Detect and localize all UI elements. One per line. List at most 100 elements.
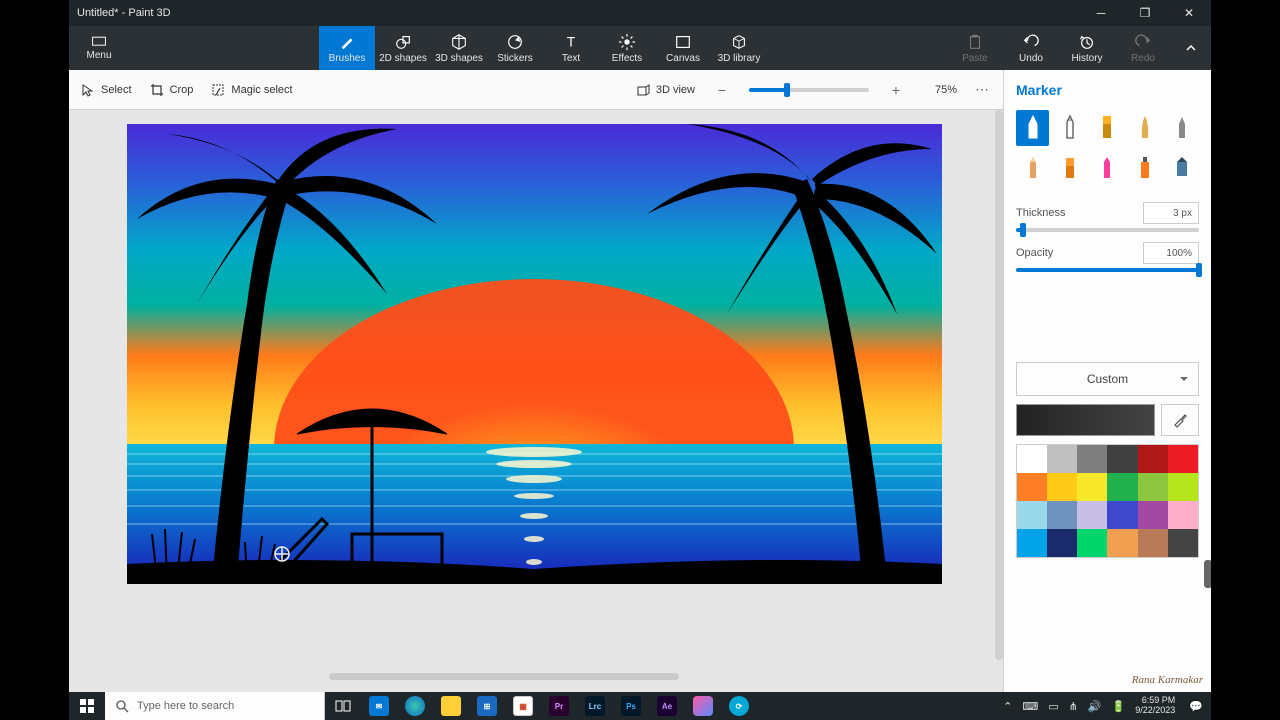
tray-meet-icon[interactable]: ▭ <box>1048 700 1058 713</box>
tool-canvas[interactable]: Canvas <box>655 26 711 70</box>
crop-tool[interactable]: Crop <box>150 83 194 97</box>
brush-fill[interactable] <box>1166 150 1199 186</box>
eyedropper-button[interactable] <box>1161 404 1199 436</box>
horizontal-scrollbar[interactable] <box>329 673 679 680</box>
tool-2d-shapes[interactable]: 2D shapes <box>375 26 431 70</box>
tray-volume-icon[interactable]: 🔊 <box>1088 700 1102 713</box>
color-swatch[interactable] <box>1077 473 1107 501</box>
color-swatch[interactable] <box>1077 501 1107 529</box>
opacity-input[interactable]: 100% <box>1143 242 1199 264</box>
task-view-button[interactable] <box>325 692 361 720</box>
maximize-button[interactable]: ❐ <box>1123 0 1167 26</box>
color-swatch[interactable] <box>1077 529 1107 557</box>
opacity-slider[interactable] <box>1016 268 1199 272</box>
more-options-button[interactable]: ⋯ <box>975 81 991 98</box>
color-swatch[interactable] <box>1017 529 1047 557</box>
tray-battery-icon[interactable]: 🔋 <box>1112 700 1126 713</box>
color-swatch[interactable] <box>1107 501 1137 529</box>
app-store[interactable]: ⊞ <box>469 692 505 720</box>
3d-view-toggle[interactable]: 3D view <box>636 83 695 97</box>
sub-toolbar: Select Crop Magic select 3D view − <box>69 70 1003 110</box>
tool-library-label: 3D library <box>718 53 761 64</box>
tool-3d-library[interactable]: 3D library <box>711 26 767 70</box>
zoom-in-button[interactable]: + <box>887 82 905 98</box>
tool-3d-shapes[interactable]: 3D shapes <box>431 26 487 70</box>
app-edge[interactable] <box>397 692 433 720</box>
brush-calligraphy[interactable] <box>1053 110 1086 146</box>
clock[interactable]: 6:59 PM 9/22/2023 <box>1135 696 1179 716</box>
artwork <box>127 124 942 584</box>
tool-undo[interactable]: Undo <box>1003 26 1059 70</box>
tray-wifi-icon[interactable]: ⋔ <box>1069 700 1078 713</box>
color-swatch[interactable] <box>1047 529 1077 557</box>
color-swatch[interactable] <box>1168 473 1198 501</box>
tool-history[interactable]: History <box>1059 26 1115 70</box>
app-explorer[interactable] <box>433 692 469 720</box>
color-swatch[interactable] <box>1168 501 1198 529</box>
vertical-scrollbar[interactable] <box>995 110 1003 660</box>
menu-button[interactable]: Menu <box>69 26 129 70</box>
material-select[interactable]: Custom <box>1016 362 1199 396</box>
brush-spray[interactable] <box>1128 150 1161 186</box>
start-button[interactable] <box>69 692 105 720</box>
canvas[interactable] <box>127 124 942 584</box>
tool-brushes[interactable]: Brushes <box>319 26 375 70</box>
color-swatch[interactable] <box>1168 529 1198 557</box>
app-calendar[interactable]: ▦ <box>505 692 541 720</box>
minimize-button[interactable]: ─ <box>1079 0 1123 26</box>
color-swatch[interactable] <box>1138 501 1168 529</box>
tray-keyboard-icon[interactable]: ⌨ <box>1022 700 1038 713</box>
effects-icon <box>618 33 636 51</box>
color-swatch[interactable] <box>1047 445 1077 473</box>
color-swatch[interactable] <box>1168 445 1198 473</box>
taskbar-search[interactable]: Type here to search <box>105 692 325 720</box>
view3d-label: 3D view <box>656 84 695 96</box>
app-lightroom[interactable]: Lrc <box>577 692 613 720</box>
color-swatch[interactable] <box>1138 445 1168 473</box>
system-tray[interactable]: ⌃ ⌨ ▭ ⋔ 🔊 🔋 6:59 PM 9/22/2023 💬 <box>1003 696 1211 716</box>
close-button[interactable]: ✕ <box>1167 0 1211 26</box>
color-swatch[interactable] <box>1017 445 1047 473</box>
zoom-out-button[interactable]: − <box>713 82 731 98</box>
select-tool[interactable]: Select <box>81 83 132 97</box>
panel-title: Marker <box>1016 82 1199 98</box>
app-photoshop[interactable]: Ps <box>613 692 649 720</box>
color-swatch[interactable] <box>1107 529 1137 557</box>
brush-eraser[interactable] <box>1053 150 1086 186</box>
brush-watercolor[interactable] <box>1128 110 1161 146</box>
magic-select-tool[interactable]: Magic select <box>211 83 292 97</box>
current-color[interactable] <box>1016 404 1155 436</box>
brush-pixel[interactable] <box>1166 110 1199 146</box>
color-swatch[interactable] <box>1107 473 1137 501</box>
color-swatch[interactable] <box>1138 473 1168 501</box>
thickness-slider[interactable] <box>1016 228 1199 232</box>
tool-effects[interactable]: Effects <box>599 26 655 70</box>
app-mail[interactable]: ✉ <box>361 692 397 720</box>
app-other[interactable]: ⟳ <box>721 692 757 720</box>
magic-icon <box>211 83 225 97</box>
canvas-area[interactable]: Select Crop Magic select 3D view − <box>69 70 1003 692</box>
brush-oil[interactable] <box>1091 110 1124 146</box>
tool-text[interactable]: T Text <box>543 26 599 70</box>
color-swatch[interactable] <box>1107 445 1137 473</box>
color-swatch[interactable] <box>1047 501 1077 529</box>
app-paint3d[interactable] <box>685 692 721 720</box>
brush-marker[interactable] <box>1016 110 1049 146</box>
color-swatch[interactable] <box>1077 445 1107 473</box>
color-swatch[interactable] <box>1017 473 1047 501</box>
tray-overflow-icon[interactable]: ⌃ <box>1003 700 1012 713</box>
zoom-slider[interactable] <box>749 88 869 92</box>
color-swatch[interactable] <box>1017 501 1047 529</box>
tool-stickers[interactable]: Stickers <box>487 26 543 70</box>
thickness-input[interactable]: 3 px <box>1143 202 1199 224</box>
brush-crayon[interactable] <box>1091 150 1124 186</box>
color-palette <box>1016 444 1199 558</box>
notifications-button[interactable]: 💬 <box>1189 700 1203 713</box>
app-premiere[interactable]: Pr <box>541 692 577 720</box>
app-aftereffects[interactable]: Ae <box>649 692 685 720</box>
panel-scrollbar[interactable] <box>1204 560 1211 588</box>
color-swatch[interactable] <box>1138 529 1168 557</box>
brush-pencil[interactable] <box>1016 150 1049 186</box>
color-swatch[interactable] <box>1047 473 1077 501</box>
expand-ribbon-button[interactable] <box>1171 26 1211 70</box>
